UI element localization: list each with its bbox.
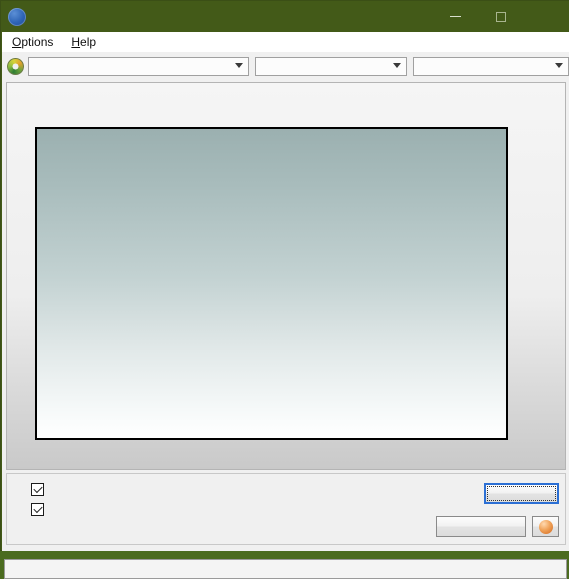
menu-item-options-rest: ptions xyxy=(21,35,54,49)
y-axis-ticks xyxy=(514,123,566,445)
show-jitter-checkbox[interactable] xyxy=(31,503,50,516)
minimize-icon xyxy=(449,16,461,17)
selector-toolbar xyxy=(2,52,569,80)
minimize-button[interactable] xyxy=(432,1,478,32)
show-beta-checkbox[interactable] xyxy=(31,483,50,496)
menu-item-options[interactable]: Options xyxy=(4,34,61,50)
close-button[interactable] xyxy=(524,1,569,32)
app-logo-icon xyxy=(8,7,26,26)
test-select[interactable] xyxy=(413,56,569,76)
chevron-down-icon xyxy=(234,63,243,68)
info-button[interactable] xyxy=(532,516,559,537)
menu-item-help-rest: elp xyxy=(80,35,97,49)
dvd-disc-icon xyxy=(7,57,24,75)
focus-ring xyxy=(487,486,556,501)
menu-bar: Options Help xyxy=(2,32,569,53)
chevron-down-icon xyxy=(393,63,401,68)
controls-panel xyxy=(6,473,566,545)
title-bar xyxy=(1,1,569,32)
preferences-button[interactable] xyxy=(436,516,526,537)
x-axis-ticks xyxy=(35,443,512,469)
chart-panel xyxy=(6,82,566,470)
function-select[interactable] xyxy=(254,56,407,76)
chart-svg xyxy=(37,129,506,438)
maximize-button[interactable] xyxy=(478,1,524,32)
start-button[interactable] xyxy=(484,483,559,504)
drive-select[interactable] xyxy=(27,56,249,76)
menu-item-help[interactable]: Help xyxy=(63,34,104,50)
maximize-icon xyxy=(496,11,506,22)
window-controls xyxy=(432,1,569,32)
info-icon xyxy=(538,519,553,534)
checkbox-icon xyxy=(31,483,44,496)
checkbox-icon xyxy=(31,503,44,516)
client-area: Options Help xyxy=(2,32,569,579)
app-window: Options Help xyxy=(0,0,569,579)
status-bar xyxy=(4,559,567,579)
chart-plot-area[interactable] xyxy=(35,127,508,440)
chevron-down-icon xyxy=(555,63,563,68)
